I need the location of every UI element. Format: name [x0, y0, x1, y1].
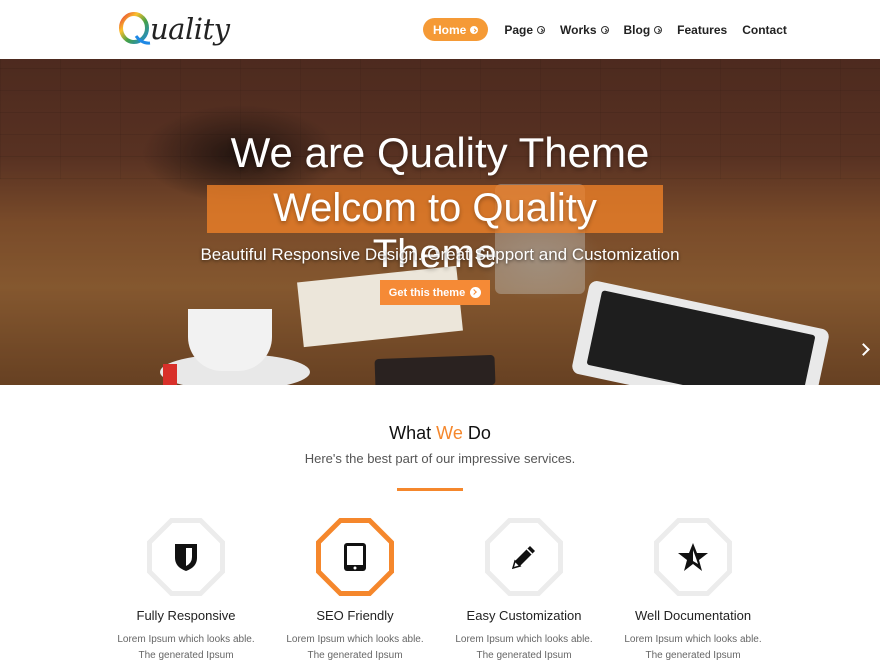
- logo-text: uality: [150, 12, 230, 46]
- chevron-down-icon: [600, 25, 609, 34]
- site-header: uality Home Page Works Blog Features Con…: [0, 0, 880, 59]
- nav-label: Contact: [742, 22, 787, 37]
- services-list: Fully Responsive Lorem Ipsum which looks…: [0, 518, 880, 661]
- nav-label: Page: [504, 22, 534, 37]
- pencil-icon: [511, 546, 535, 570]
- service-icon-frame: [485, 518, 563, 596]
- service-item: Easy Customization Lorem Ipsum which loo…: [439, 518, 609, 664]
- service-title: Well Documentation: [634, 608, 752, 623]
- hero-subtitle: Beautiful Responsive Design. Great Suppo…: [200, 245, 680, 264]
- service-item: SEO Friendly Lorem Ipsum which looks abl…: [270, 518, 440, 664]
- nav-item-page[interactable]: Page: [504, 18, 546, 41]
- nav-item-contact[interactable]: Contact: [742, 18, 787, 41]
- logo[interactable]: uality: [118, 8, 230, 50]
- service-title: Easy Customization: [466, 608, 582, 623]
- nav-label: Home: [433, 22, 467, 37]
- chevron-down-icon: [470, 25, 479, 34]
- service-title: SEO Friendly: [316, 608, 394, 623]
- star-icon: [678, 543, 708, 571]
- service-text: Lorem Ipsum which looks able. The genera…: [624, 634, 762, 661]
- arrow-circle-icon: [470, 287, 482, 298]
- section-title-part1: What: [389, 423, 437, 443]
- section-divider: [397, 488, 463, 491]
- shield-icon: [175, 544, 197, 571]
- chevron-down-icon: [654, 25, 663, 34]
- hero-highlight-box: Welcom to Quality Theme: [207, 185, 663, 276]
- service-icon-frame: [316, 518, 394, 596]
- hero-title: We are Quality Theme: [230, 129, 650, 176]
- service-text: Lorem Ipsum which looks able. The genera…: [455, 634, 593, 661]
- logo-q-icon: [118, 10, 152, 48]
- hero-slider: We are Quality Theme Welcom to Quality T…: [0, 59, 880, 385]
- chevron-down-icon: [537, 25, 546, 34]
- nav-item-works[interactable]: Works: [560, 18, 609, 41]
- section-title-accent: We: [436, 423, 463, 443]
- service-icon-frame: [147, 518, 225, 596]
- nav-item-blog[interactable]: Blog: [624, 18, 663, 41]
- nav-label: Features: [677, 22, 728, 37]
- nav-label: Blog: [623, 22, 651, 37]
- get-theme-label: Get this theme: [388, 286, 466, 299]
- section-subtitle: Here's the best part of our impressive s…: [304, 451, 576, 466]
- service-title: Fully Responsive: [136, 608, 236, 623]
- get-theme-button[interactable]: Get this theme: [380, 280, 490, 305]
- service-icon-frame: [654, 518, 732, 596]
- service-item: Fully Responsive Lorem Ipsum which looks…: [101, 518, 271, 664]
- service-text: Lorem Ipsum which looks able. The genera…: [117, 634, 255, 661]
- nav-label: Works: [560, 22, 597, 37]
- service-text: Lorem Ipsum which looks able. The genera…: [286, 634, 424, 661]
- service-item: Well Documentation Lorem Ipsum which loo…: [608, 518, 778, 664]
- chevron-right-icon[interactable]: [858, 342, 872, 356]
- section-title: What We Do: [0, 423, 880, 444]
- nav-item-features[interactable]: Features: [677, 18, 727, 41]
- section-title-part2: Do: [462, 423, 491, 443]
- tablet-icon: [344, 543, 366, 571]
- main-nav: Home Page Works Blog Features Contact: [423, 18, 787, 41]
- nav-item-home[interactable]: Home: [423, 18, 489, 41]
- hero-content: We are Quality Theme Welcom to Quality T…: [0, 59, 880, 385]
